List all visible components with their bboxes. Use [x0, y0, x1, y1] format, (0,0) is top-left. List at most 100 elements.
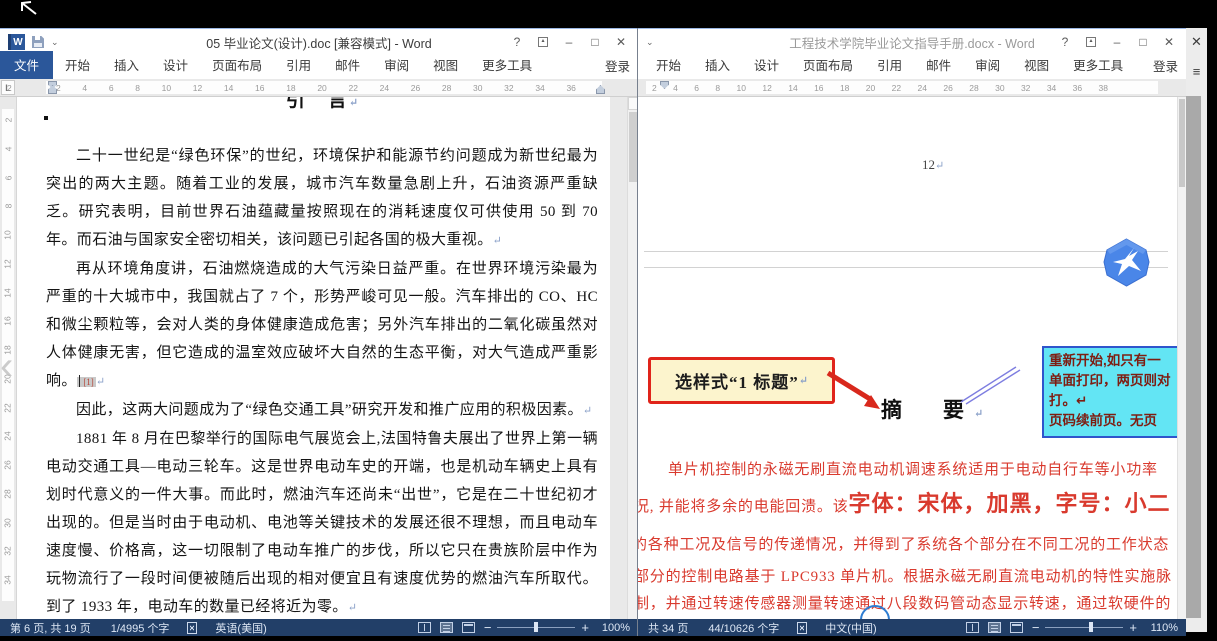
save-icon[interactable] — [32, 36, 44, 48]
zoom-in-button[interactable]: + — [1129, 620, 1137, 635]
footnote-reference[interactable]: [1] — [77, 377, 96, 387]
close-icon[interactable]: ✕ — [1186, 34, 1207, 50]
help-icon[interactable]: ? — [1052, 31, 1078, 53]
ruler-number: 14 — [3, 288, 13, 297]
ruler-number: 24 — [3, 432, 13, 441]
zoom-in-button[interactable]: + — [581, 620, 589, 635]
ribbon-tab[interactable]: 插入 — [102, 51, 151, 79]
zoom-slider[interactable] — [1045, 627, 1123, 628]
minimize-icon[interactable]: – — [1104, 31, 1130, 53]
ruler-number: 22 — [3, 403, 13, 412]
ribbon-tab[interactable]: 视图 — [421, 51, 470, 79]
print-layout-icon[interactable] — [988, 622, 1001, 633]
print-layout-icon[interactable] — [440, 622, 453, 633]
sign-in-link[interactable]: 登录 — [605, 56, 630, 75]
emphasis-big-text: 字体：宋体，加黑，字号：小二 — [849, 491, 1171, 516]
ribbon-tab[interactable]: 更多工具 — [470, 51, 544, 79]
previous-chevron-icon[interactable]: ‹ — [0, 344, 13, 388]
vertical-scrollbar[interactable] — [627, 97, 638, 619]
ribbon-tab[interactable]: 引用 — [865, 51, 914, 79]
word-count[interactable]: 1/4995 个字 — [101, 620, 180, 636]
ribbon-tab[interactable]: 插入 — [693, 51, 742, 79]
ribbon-tab[interactable]: 邮件 — [323, 51, 372, 79]
document-area: 12↵ 选样式“1 标题”↵ 摘 要↵ — [638, 97, 1186, 619]
maximize-icon[interactable]: □ — [1130, 31, 1156, 53]
customize-quick-access-toolbar-icon[interactable]: ⌄ — [51, 38, 59, 47]
ruler-number: 28 — [3, 489, 13, 498]
scroll-up-arrow[interactable] — [628, 97, 638, 110]
maximize-icon[interactable]: □ — [582, 31, 608, 53]
zoom-out-button[interactable]: − — [484, 620, 492, 635]
ruler-number: 18 — [286, 83, 295, 93]
language-indicator[interactable]: 中文(中国) — [815, 620, 886, 636]
ribbon-tab[interactable]: 页面布局 — [791, 51, 865, 79]
document-heading[interactable]: 引 言↵ — [46, 97, 598, 116]
ruler-number: 6 — [109, 83, 114, 93]
ribbon-tabs: 文件 开始插入设计页面布局引用邮件审阅视图更多工具 登录 — [0, 55, 638, 79]
ribbon-tab[interactable]: 邮件 — [914, 51, 963, 79]
ribbon-tab[interactable]: 设计 — [151, 51, 200, 79]
zoom-out-button[interactable]: − — [1032, 620, 1040, 635]
ribbon-tab[interactable]: 审阅 — [963, 51, 1012, 79]
menu-icon[interactable]: ≡ — [1186, 64, 1207, 79]
ruler-number: 16 — [814, 83, 823, 93]
ribbon-tab[interactable]: 设计 — [742, 51, 791, 79]
ribbon-display-options-icon[interactable]: ▴ — [530, 31, 556, 53]
ribbon-tab[interactable]: 更多工具 — [1061, 51, 1135, 79]
zoom-level[interactable]: 110% — [1146, 622, 1178, 634]
paragraph[interactable]: 1881 年 8 月在巴黎举行的国际电气展览会上,法国特鲁夫展出了世界上第一辆电… — [46, 425, 598, 619]
paragraph[interactable]: 因此，这两大问题成为了“绿色交通工具”研究开发和推广应用的积极因素。↵ — [46, 396, 598, 425]
page-indicator[interactable]: 共 34 页 — [638, 620, 698, 636]
ribbon-tab[interactable]: 页面布局 — [200, 51, 274, 79]
close-icon[interactable]: ✕ — [608, 31, 634, 53]
close-icon[interactable]: ✕ — [1156, 31, 1182, 53]
ruler-number: 28 — [442, 83, 451, 93]
ruler-number: 8 — [135, 83, 140, 93]
ruler-number: 12 — [193, 83, 202, 93]
read-mode-icon[interactable] — [418, 622, 431, 633]
zoom-slider-thumb[interactable] — [1089, 622, 1093, 632]
tab-file[interactable]: 文件 — [0, 51, 53, 79]
ribbon-tab[interactable]: 视图 — [1012, 51, 1061, 79]
ruler-number: 38 — [1099, 83, 1108, 93]
ruler-number: 30 — [3, 518, 13, 527]
ruler-number: 26 — [943, 83, 952, 93]
document-page[interactable]: 引 言↵ 二十一世纪是“绿色环保”的世纪，环境保护和能源节约问题成为新世纪最为突… — [17, 97, 610, 619]
minimize-icon[interactable]: – — [556, 31, 582, 53]
ruler-number: 32 — [3, 547, 13, 556]
web-layout-icon[interactable] — [1010, 622, 1023, 633]
ruler-number: 26 — [411, 83, 420, 93]
word-logo[interactable]: W — [8, 34, 25, 50]
ribbon-tab[interactable]: 开始 — [53, 51, 102, 79]
back-arrow-icon[interactable] — [18, 0, 40, 16]
paragraph[interactable]: 二十一世纪是“绿色环保”的世纪，环境保护和能源节约问题成为新世纪最为突出的两大主… — [46, 142, 598, 255]
ruler-number: 30 — [473, 83, 482, 93]
scrollbar-thumb[interactable] — [629, 112, 637, 182]
ribbon-tab[interactable]: 开始 — [644, 51, 693, 79]
vertical-scrollbar[interactable] — [1177, 97, 1186, 619]
help-icon[interactable]: ? — [504, 31, 530, 53]
ruler-number: 10 — [737, 83, 746, 93]
word-window-guide: ⌄ 工程技术学院毕业论文指导手册.docx - Word ? ▴ – □ ✕ 开… — [638, 28, 1186, 636]
zoom-slider[interactable] — [497, 627, 575, 628]
language-indicator[interactable]: 英语(美国) — [205, 620, 276, 636]
document-page[interactable]: 12↵ 选样式“1 标题”↵ 摘 要↵ — [638, 97, 1177, 619]
web-layout-icon[interactable] — [462, 622, 475, 633]
paragraph[interactable]: 再从环境角度讲，石油燃烧造成的大气污染日益严重。在世界环境污染最为严重的十大城市… — [46, 255, 598, 396]
tab-list: 开始插入设计页面布局引用邮件审阅视图更多工具 — [53, 51, 544, 79]
read-mode-icon[interactable] — [966, 622, 979, 633]
zoom-level[interactable]: 100% — [598, 622, 630, 634]
manuscript-text[interactable]: 单片机控制的永磁无刷直流电动机调速系统适用于电动自行车等小功率况, 并能将多余的… — [638, 97, 1177, 619]
sign-in-link[interactable]: 登录 — [1153, 56, 1178, 75]
ruler-number: 20 — [317, 83, 326, 93]
word-count[interactable]: 44/10626 个字 — [698, 620, 789, 636]
scrollbar-thumb[interactable] — [1179, 99, 1185, 187]
page-indicator[interactable]: 第 6 页, 共 19 页 — [0, 620, 101, 636]
proofing-errors-icon[interactable] — [797, 622, 807, 634]
ribbon-display-options-icon[interactable]: ▴ — [1078, 31, 1104, 53]
ribbon-tab[interactable]: 引用 — [274, 51, 323, 79]
proofing-errors-icon[interactable] — [187, 622, 197, 634]
customize-quick-access-toolbar-icon[interactable]: ⌄ — [646, 38, 654, 47]
ribbon-tab[interactable]: 审阅 — [372, 51, 421, 79]
zoom-slider-thumb[interactable] — [534, 622, 538, 632]
